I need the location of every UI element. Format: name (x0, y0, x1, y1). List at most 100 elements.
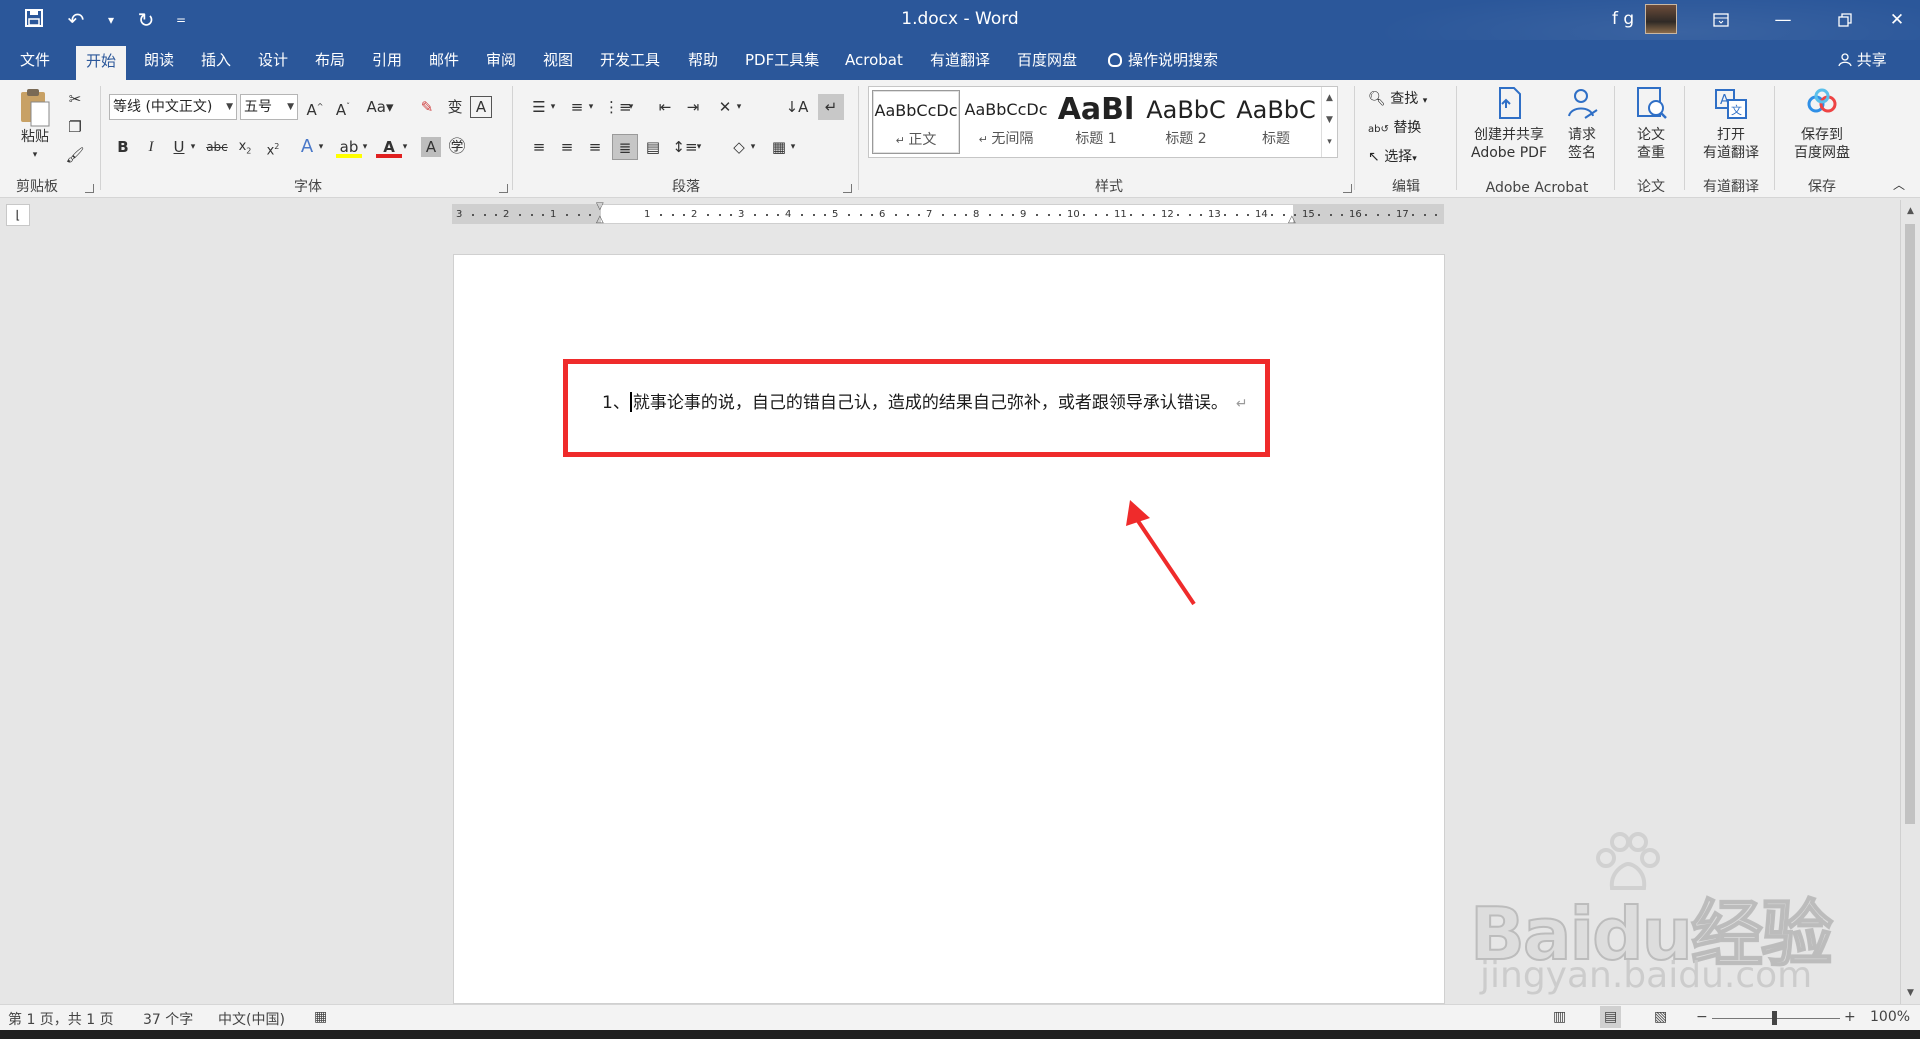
word-count[interactable]: 37 个字 (143, 1009, 193, 1029)
phonetic-guide-icon[interactable]: 变 (442, 94, 468, 120)
underline-dropdown-icon[interactable]: ▾ (186, 134, 200, 160)
clipboard-launcher-icon[interactable] (85, 184, 94, 193)
tab-home[interactable]: 开始 (76, 46, 127, 80)
tab-youdao[interactable]: 有道翻译 (920, 40, 1000, 80)
format-painter-icon[interactable]: 🖌 (62, 142, 88, 168)
style-normal[interactable]: AaBbCcDc ↵ 正文 (872, 90, 960, 154)
numbering-dropdown-icon[interactable]: ▾ (584, 94, 598, 120)
share-button[interactable]: 共享 (1838, 40, 1887, 80)
distributed-icon[interactable]: ▤ (640, 134, 666, 160)
styles-gallery-scroll[interactable]: ▲ ▼ ▾ (1321, 87, 1337, 157)
chevron-up-icon[interactable]: ▲ (1322, 87, 1337, 109)
text-effects-dropdown-icon[interactable]: ▾ (314, 134, 328, 160)
tell-me-search[interactable]: 操作说明搜索 (1098, 40, 1228, 80)
more-styles-icon[interactable]: ▾ (1322, 131, 1337, 153)
style-heading-2[interactable]: AaBbC 标题 2 (1142, 90, 1230, 154)
chevron-down-icon[interactable]: ▼ (1322, 109, 1337, 131)
find-button[interactable]: 🔍︎ 查找 ▾ (1368, 88, 1427, 108)
tab-mailings[interactable]: 邮件 (419, 40, 469, 80)
macro-record-icon[interactable]: ▦ (314, 1009, 327, 1025)
change-case-button[interactable]: Aa▾ (362, 94, 398, 120)
replace-button[interactable]: ab↺ 替换 (1368, 117, 1421, 137)
copy-icon[interactable]: ❐ (62, 114, 88, 140)
style-heading-1[interactable]: AaBl 标题 1 (1052, 90, 1140, 154)
minimize-icon[interactable]: — (1752, 0, 1814, 40)
multilevel-dropdown-icon[interactable]: ▾ (624, 94, 638, 120)
chinese-layout-dropdown-icon[interactable]: ▾ (732, 94, 746, 120)
print-layout-icon[interactable]: ▤ (1600, 1006, 1622, 1028)
hanging-indent-marker[interactable]: △ (596, 214, 604, 225)
right-indent-marker[interactable]: △ (1288, 214, 1296, 225)
bullets-dropdown-icon[interactable]: ▾ (546, 94, 560, 120)
avatar[interactable] (1645, 4, 1677, 34)
zoom-level[interactable]: 100% (1870, 1009, 1910, 1025)
tab-design[interactable]: 设计 (248, 40, 298, 80)
tab-review[interactable]: 审阅 (476, 40, 526, 80)
paste-dropdown-icon[interactable]: ▾ (8, 146, 62, 164)
shrink-font-icon[interactable]: Aˇ (330, 94, 356, 120)
align-left-icon[interactable]: ≡ (526, 134, 552, 160)
bold-icon[interactable]: B (110, 134, 136, 160)
paragraph-launcher-icon[interactable] (843, 184, 852, 193)
enclose-characters-icon[interactable]: ㊫ (444, 134, 470, 160)
subscript-icon[interactable]: x2 (232, 134, 258, 160)
tab-developer[interactable]: 开发工具 (590, 40, 670, 80)
show-hide-marks-icon[interactable]: ↵ (818, 94, 844, 120)
decrease-indent-icon[interactable]: ⇤ (652, 94, 678, 120)
superscript-icon[interactable]: x2 (260, 134, 286, 160)
tab-layout[interactable]: 布局 (305, 40, 355, 80)
tab-selector[interactable]: ⌊ (6, 204, 30, 226)
zoom-slider-thumb[interactable] (1772, 1011, 1777, 1025)
tab-insert[interactable]: 插入 (191, 40, 241, 80)
character-border-icon[interactable]: A (470, 96, 492, 118)
align-right-icon[interactable]: ≡ (582, 134, 608, 160)
zoom-in-button[interactable]: + (1844, 1009, 1856, 1025)
line-spacing-dropdown-icon[interactable]: ▾ (692, 134, 706, 160)
tab-help[interactable]: 帮助 (678, 40, 728, 80)
open-youdao-button[interactable]: A文 打开 有道翻译 (1692, 86, 1770, 162)
horizontal-ruler[interactable]: 3 2 1 1 2 3 4 5 6 7 8 9 10 11 12 13 14 15 16 17 ▽ △ △ (452, 201, 1444, 225)
highlight-dropdown-icon[interactable]: ▾ (358, 134, 372, 160)
justify-icon[interactable]: ≣ (612, 134, 638, 160)
tab-baidu-netdisk[interactable]: 百度网盘 (1007, 40, 1087, 80)
clear-formatting-icon[interactable]: ✎ (414, 94, 440, 120)
strikethrough-icon[interactable]: abc (204, 134, 230, 160)
page-count[interactable]: 第 1 页，共 1 页 (8, 1009, 114, 1029)
zoom-out-button[interactable]: − (1696, 1009, 1708, 1025)
increase-indent-icon[interactable]: ⇥ (680, 94, 706, 120)
web-layout-icon[interactable]: ▧ (1654, 1009, 1667, 1025)
ribbon-display-options-icon[interactable] (1690, 0, 1752, 40)
align-center-icon[interactable]: ≡ (554, 134, 580, 160)
tab-pdf-tools[interactable]: PDF工具集 (735, 40, 829, 80)
style-no-spacing[interactable]: AaBbCcDc ↵ 无间隔 (962, 90, 1050, 154)
thesis-check-button[interactable]: 论文 查重 (1624, 86, 1678, 162)
request-signature-button[interactable]: 请求 签名 (1558, 86, 1606, 162)
scroll-up-icon[interactable]: ▲ (1901, 202, 1920, 220)
tab-view[interactable]: 视图 (533, 40, 583, 80)
tab-read-aloud[interactable]: 朗读 (134, 40, 184, 80)
font-name-combo[interactable]: 等线 (中文正文) ▼ (109, 94, 237, 120)
font-size-combo[interactable]: 五号 ▼ (240, 94, 298, 120)
shading-dropdown-icon[interactable]: ▾ (746, 134, 760, 160)
font-launcher-icon[interactable] (499, 184, 508, 193)
read-mode-icon[interactable]: ▥ (1553, 1009, 1566, 1025)
font-color-dropdown-icon[interactable]: ▾ (398, 134, 412, 160)
tab-references[interactable]: 引用 (362, 40, 412, 80)
grow-font-icon[interactable]: A^ (302, 94, 328, 120)
sort-icon[interactable]: ↓A (784, 94, 810, 120)
document-paragraph[interactable]: 1、 就事论事的说，自己的错自己认，造成的结果自己弥补，或者跟领导承认错误。 ↵ (602, 388, 1248, 413)
user-name[interactable]: f g (1612, 9, 1634, 29)
tab-file[interactable]: 文件 (10, 40, 60, 80)
create-share-pdf-button[interactable]: 创建并共享 Adobe PDF (1466, 86, 1552, 162)
style-title[interactable]: AaBbC 标题 (1232, 90, 1320, 154)
close-icon[interactable]: ✕ (1866, 0, 1920, 40)
language[interactable]: 中文(中国) (218, 1009, 285, 1029)
first-line-indent-marker[interactable]: ▽ (596, 201, 604, 212)
italic-icon[interactable]: I (138, 134, 164, 160)
save-to-baidu-button[interactable]: 保存到 百度网盘 (1782, 86, 1862, 162)
scroll-thumb[interactable] (1905, 224, 1915, 824)
character-shading-icon[interactable]: A (421, 137, 441, 157)
tab-acrobat[interactable]: Acrobat (835, 40, 913, 80)
styles-launcher-icon[interactable] (1343, 184, 1352, 193)
borders-dropdown-icon[interactable]: ▾ (786, 134, 800, 160)
